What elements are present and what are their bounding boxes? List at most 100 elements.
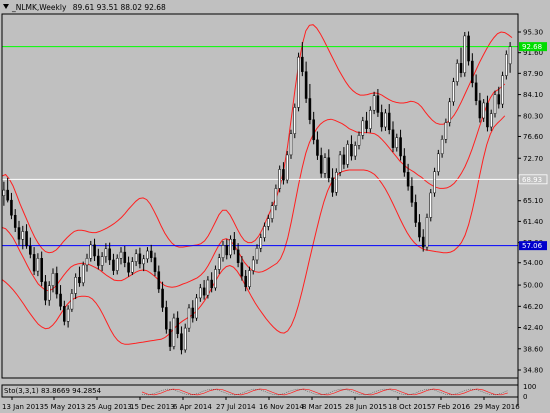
bull-candle-body xyxy=(270,205,274,219)
bull-candle-body xyxy=(425,217,429,248)
y-tick-label: 95.30 xyxy=(523,29,543,37)
candle xyxy=(36,253,40,277)
y-tick-label: 42.40 xyxy=(523,324,543,332)
bull-candle-body xyxy=(444,122,448,140)
candle xyxy=(236,243,240,268)
candle xyxy=(433,167,436,197)
candle xyxy=(138,247,142,269)
bull-candle-body xyxy=(384,112,387,128)
bull-candle-body xyxy=(255,247,259,261)
bear-candle-body xyxy=(32,254,36,272)
bear-candle-body xyxy=(319,155,323,174)
bear-candle-body xyxy=(387,112,391,131)
candle xyxy=(248,266,251,290)
candle xyxy=(70,288,74,312)
bear-candle-body xyxy=(410,185,414,203)
candle xyxy=(369,106,372,133)
bear-candle-body xyxy=(108,248,111,261)
candle xyxy=(63,300,66,326)
candle xyxy=(161,281,164,312)
price-tag-current: 92.68 xyxy=(519,42,547,52)
candle xyxy=(165,300,168,334)
candle xyxy=(391,121,395,153)
bull-candle-body xyxy=(21,231,25,240)
bear-candle-body xyxy=(312,119,315,141)
candle xyxy=(85,253,89,272)
ohlc-values: 89.61 93.51 88.02 92.68 xyxy=(73,3,166,12)
bear-candle-body xyxy=(342,154,346,165)
price-tag-white-line: 68.93 xyxy=(518,174,548,185)
bear-candle-body xyxy=(240,262,244,277)
candle xyxy=(202,280,206,300)
y-tick-label: 87.90 xyxy=(523,70,543,78)
price-tag-label: 92.68 xyxy=(522,43,542,51)
bear-candle-body xyxy=(478,100,482,119)
y-tick-label: 65.10 xyxy=(523,197,543,205)
candle xyxy=(6,177,9,203)
stochastic-subwindow: Sto(3,3,1) 83.8669 94.2854 100 0 xyxy=(4,383,536,401)
x-tick-label: 7 Feb 2016 xyxy=(431,403,471,411)
candle xyxy=(319,147,323,178)
candle xyxy=(372,91,376,115)
candle xyxy=(183,323,187,353)
bull-candle-body xyxy=(229,239,232,256)
candle xyxy=(308,83,312,125)
bear-candle-body xyxy=(123,251,127,263)
bull-candle-body xyxy=(187,307,191,329)
y-tick-label: 38.60 xyxy=(523,345,543,353)
band-upper xyxy=(1,24,513,254)
bull-candle-body xyxy=(85,258,89,266)
candle xyxy=(478,92,482,123)
bear-candle-body xyxy=(127,262,130,273)
price-chart[interactable]: 95.3091.6087.9084.1080.3076.6072.7069.00… xyxy=(0,0,550,413)
candle xyxy=(350,135,353,161)
candle xyxy=(403,148,406,177)
bear-candle-body xyxy=(225,245,229,256)
candle xyxy=(440,135,444,158)
candle xyxy=(467,31,470,66)
candle xyxy=(66,305,70,328)
bull-candle-body xyxy=(274,188,278,206)
candle xyxy=(81,261,85,287)
bear-candle-body xyxy=(168,328,172,347)
chevron-down-icon[interactable] xyxy=(3,4,9,9)
candle xyxy=(59,285,62,311)
bull-candle-body xyxy=(455,63,459,82)
bull-candle-body xyxy=(297,56,300,108)
bull-candle-body xyxy=(119,251,123,259)
price-tag-blue-line: 57.06 xyxy=(519,241,547,251)
candle xyxy=(278,165,281,193)
bear-candle-body xyxy=(44,281,47,301)
bull-candle-body xyxy=(51,273,55,286)
bull-candle-body xyxy=(508,46,512,65)
candle xyxy=(229,235,232,259)
candle xyxy=(312,111,315,145)
candle xyxy=(100,252,104,272)
candle xyxy=(361,116,365,140)
stoch-signal-line xyxy=(141,388,508,396)
candle xyxy=(418,214,421,242)
candle xyxy=(489,109,493,131)
bear-candle-body xyxy=(301,56,304,72)
bull-candle-body xyxy=(251,259,255,271)
candle xyxy=(134,249,138,267)
bull-candle-body xyxy=(36,258,40,272)
candle xyxy=(437,149,440,176)
bull-candle-body xyxy=(104,248,108,257)
candle xyxy=(127,256,130,277)
y-tick-label: 61.40 xyxy=(523,218,543,226)
bear-candle-body xyxy=(406,171,410,187)
bull-candle-body xyxy=(357,135,361,146)
bear-candle-body xyxy=(210,279,213,289)
candle xyxy=(225,239,229,260)
bear-candle-body xyxy=(282,169,285,181)
candle xyxy=(410,177,414,207)
candle xyxy=(357,131,361,150)
candle xyxy=(493,90,497,118)
bull-candle-body xyxy=(89,244,93,259)
bear-candle-body xyxy=(376,95,380,113)
candle xyxy=(214,265,217,291)
candle xyxy=(176,311,179,339)
candle xyxy=(17,220,21,245)
bull-candle-body xyxy=(100,256,104,266)
